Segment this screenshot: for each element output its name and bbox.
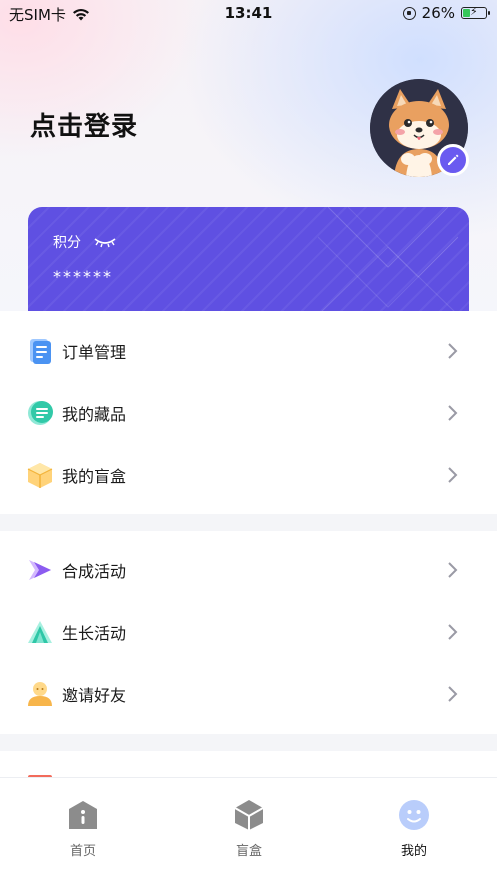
menu-label-collection: 我的藏品 [62,405,127,424]
tab-label-profile: 我的 [400,844,427,859]
menu-item-invite[interactable]: 邀请好友 [0,663,497,725]
orientation-lock-icon [402,6,416,20]
collection-icon [28,401,53,425]
status-bar: 无SIM卡 13:41 26% ⚡ [0,0,497,26]
order-icon [30,339,51,364]
battery-percent: 26% [421,4,455,22]
chevron-right-icon [448,467,458,483]
chevron-right-icon [448,624,458,640]
menu-group-orders: 订单管理 我的藏品 我的盲盒 [0,311,497,514]
menu-group-activities: 合成活动 生长活动 邀请好友 [0,531,497,734]
chevron-right-icon [448,405,458,421]
login-prompt[interactable]: 点击登录 [30,106,138,143]
points-card[interactable]: 积分 ****** [28,207,469,315]
tab-profile[interactable]: 我的 [331,778,497,883]
menu-label-blindbox: 我的盲盒 [62,467,127,486]
synthesis-icon [29,560,51,580]
tab-bar: 首页 盲盒 我的 [0,777,497,883]
invite-icon [28,682,52,706]
menu-item-blindbox[interactable]: 我的盲盒 [0,444,497,506]
menu-item-growth[interactable]: 生长活动 [0,601,497,663]
menu-label-invite: 邀请好友 [62,686,127,705]
menu-label-synthesis: 合成活动 [62,562,127,581]
profile-icon [399,800,429,830]
pencil-icon [448,154,459,165]
points-value: ****** [53,267,113,286]
eye-closed-icon[interactable] [93,236,117,248]
tab-label-home: 首页 [69,844,96,859]
battery-icon: ⚡ [461,5,490,19]
menu-item-orders[interactable]: 订单管理 [0,320,497,382]
blindbox-icon [27,463,53,488]
tab-blindbox[interactable]: 盲盒 [166,778,332,883]
growth-icon [28,621,52,643]
menu-label-growth: 生长活动 [62,624,127,643]
chevron-right-icon [448,343,458,359]
edit-avatar-button[interactable] [437,144,469,176]
home-icon [69,801,97,829]
menu-item-collection[interactable]: 我的藏品 [0,382,497,444]
tab-label-blindbox: 盲盒 [235,844,262,859]
chevron-right-icon [448,686,458,702]
menu-group-more [0,751,497,778]
points-label: 积分 [53,235,81,251]
menu-item-synthesis[interactable]: 合成活动 [0,539,497,601]
chevron-right-icon [448,562,458,578]
tab-home[interactable]: 首页 [0,778,166,883]
card-decoration [318,207,458,315]
menu-label-orders: 订单管理 [62,343,127,362]
box-icon [234,800,264,830]
